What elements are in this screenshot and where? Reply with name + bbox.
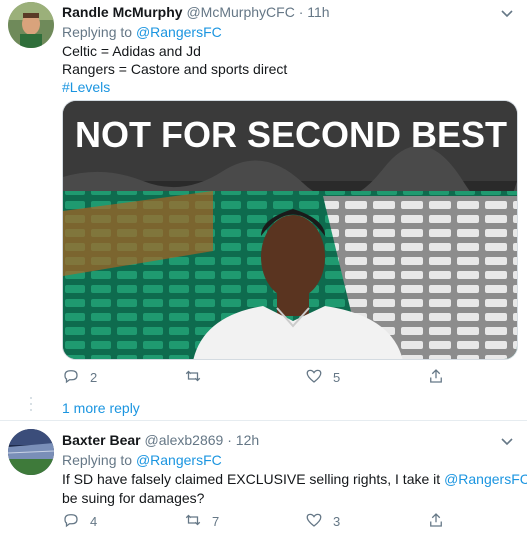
avatar[interactable] <box>8 2 54 48</box>
reply-button[interactable]: 2 <box>62 366 97 388</box>
retweet-button[interactable]: 7 <box>184 510 219 532</box>
display-name[interactable]: Baxter Bear <box>62 432 141 448</box>
share-button[interactable] <box>427 510 445 532</box>
retweet-button[interactable] <box>184 366 212 388</box>
retweet-count: 7 <box>212 513 220 529</box>
user-handle[interactable]: @alexb2869 <box>145 432 224 448</box>
display-name[interactable]: Randle McMurphy <box>62 4 183 20</box>
reply-button[interactable]: 4 <box>62 510 97 532</box>
tweet-media-image[interactable]: NOT FOR SECOND BEST <box>62 100 518 360</box>
tweet-randle-mcmurphy[interactable]: Randle McMurphy @McMurphyCFC · 11h Reply… <box>0 0 527 395</box>
tweet-text-line: If SD have falsely claimed EXCLUSIVE sel… <box>62 469 527 489</box>
reply-count: 4 <box>90 513 98 529</box>
tweet-header: Randle McMurphy @McMurphyCFC · 11h <box>62 3 330 21</box>
share-icon <box>427 511 445 532</box>
tweet-actions: 2 5 <box>62 366 462 388</box>
replying-to: Replying to @RangersFC <box>62 23 222 41</box>
chevron-down-icon[interactable] <box>497 431 517 451</box>
retweet-icon <box>184 511 202 532</box>
replying-prefix: Replying to <box>62 452 133 468</box>
separator-dot: · <box>227 432 232 448</box>
separator-dot: · <box>298 4 304 20</box>
thread-connector <box>30 395 32 417</box>
tweet-actions: 4 7 3 <box>62 510 462 532</box>
tweet-text: Celtic = Adidas and Jd Rangers = Castore… <box>62 41 287 97</box>
user-handle[interactable]: @McMurphyCFC <box>186 4 294 20</box>
tweet-text-line: Rangers = Castore and sports direct <box>62 61 288 77</box>
tweet-text-line: Celtic = Adidas and Jd <box>62 43 201 59</box>
chevron-down-icon[interactable] <box>497 3 517 23</box>
replying-to-link[interactable]: @RangersFC <box>136 452 222 468</box>
reply-count: 2 <box>90 369 98 385</box>
share-icon <box>427 367 445 388</box>
reply-icon <box>62 511 80 532</box>
like-button[interactable]: 3 <box>305 510 340 532</box>
like-count: 5 <box>333 369 341 385</box>
mention-link[interactable]: @RangersFC <box>444 471 527 487</box>
replying-to: Replying to @RangersFC <box>62 451 222 469</box>
tweet-text-segment: If SD have falsely claimed EXCLUSIVE sel… <box>62 471 441 487</box>
replying-to-link[interactable]: @RangersFC <box>136 24 222 40</box>
like-icon <box>305 511 323 532</box>
show-more-replies-link[interactable]: 1 more reply <box>62 400 140 416</box>
replying-prefix: Replying to <box>62 24 133 40</box>
share-button[interactable] <box>427 366 445 388</box>
retweet-icon <box>184 367 202 388</box>
tweet-text: If SD have falsely claimed EXCLUSIVE sel… <box>62 469 527 508</box>
reply-icon <box>62 367 80 388</box>
like-icon <box>305 367 323 388</box>
timestamp[interactable]: 12h <box>236 432 259 448</box>
like-button[interactable]: 5 <box>305 366 340 388</box>
tweet-text-line: be suing for damages? <box>62 490 205 506</box>
like-count: 3 <box>333 513 341 529</box>
timestamp[interactable]: 11h <box>307 4 329 20</box>
tweet-baxter-bear[interactable]: Baxter Bear @alexb2869 · 12h Replying to… <box>0 421 527 541</box>
hashtag-link[interactable]: #Levels <box>62 77 287 97</box>
tweet-header: Baxter Bear @alexb2869 · 12h <box>62 431 259 449</box>
avatar[interactable] <box>8 429 54 475</box>
media-headline: NOT FOR SECOND BEST <box>75 114 507 155</box>
